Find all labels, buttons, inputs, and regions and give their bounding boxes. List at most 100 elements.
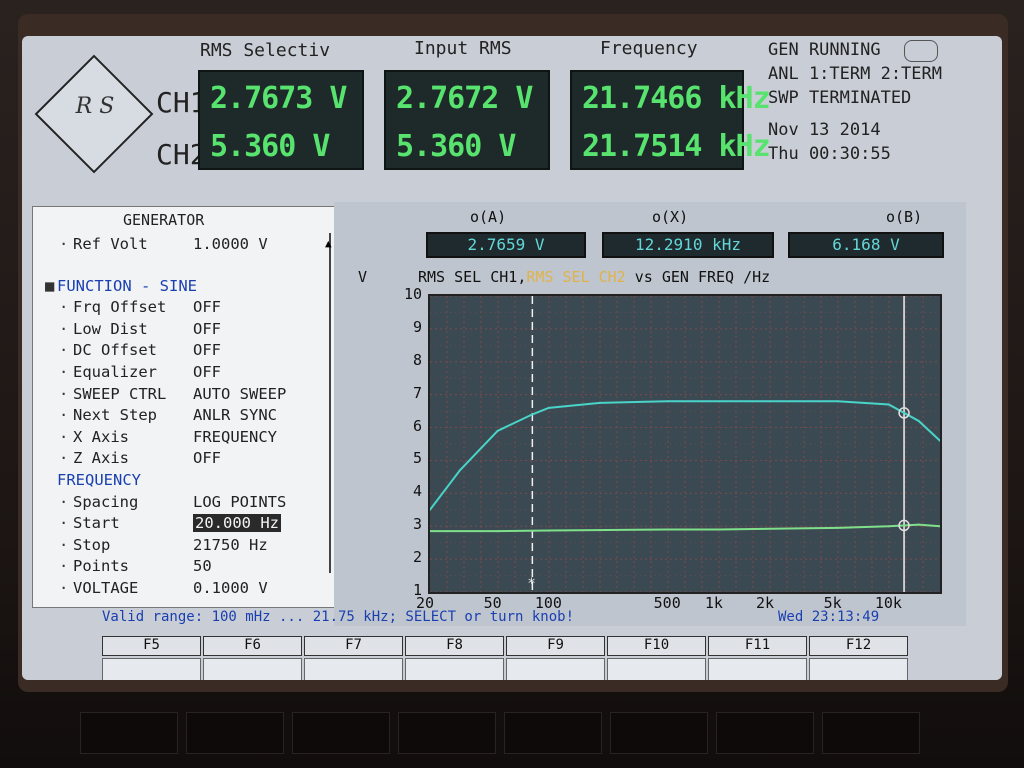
generator-row-key: FUNCTION - SINE [57, 276, 197, 295]
rms-selective-ch2: 5.360 V [210, 129, 330, 164]
valid-range-text: Valid range: 100 mHz ... 21.75 kHz; SELE… [102, 609, 575, 625]
generator-title: GENERATOR [123, 211, 205, 229]
marker-x-label: o(X) [652, 208, 689, 226]
marker-a-value: 2.7659 V [426, 232, 586, 258]
row-bullet-icon: · [59, 514, 69, 533]
series-point [666, 400, 669, 403]
fkey-button[interactable] [405, 658, 504, 680]
fkey-label: F9 [506, 636, 605, 656]
fkey-button[interactable] [809, 658, 908, 680]
fkey-button[interactable] [506, 658, 605, 680]
fkey-button[interactable] [203, 658, 302, 680]
marker-x-value: 12.2910 kHz [602, 232, 774, 258]
col-title-frequency: Frequency [600, 38, 698, 59]
series-point [887, 525, 890, 528]
sweep-plot: * [428, 279, 942, 594]
fkey-label: F11 [708, 636, 807, 656]
generator-panel: GENERATOR · Ref Volt 1.0000 V ■ FUNCTION - S… [32, 206, 354, 608]
row-bullet-icon: · [59, 492, 69, 511]
series-point [717, 528, 720, 531]
marker-b-value: 6.168 V [788, 232, 944, 258]
status-gen: GEN RUNNING [768, 40, 881, 60]
frequency-ch2: 21.7514 kHz [582, 129, 771, 164]
softkey-button[interactable] [80, 712, 178, 754]
row-bullet-icon: · [59, 449, 69, 468]
input-rms-ch1: 2.7672 V [396, 81, 534, 116]
softkey-button[interactable] [504, 712, 602, 754]
generator-row-key: Ref Volt [73, 235, 148, 253]
fkey-label: F6 [203, 636, 302, 656]
generator-row-value: LOG POINTS [193, 492, 287, 511]
y-tick-label: 2 [412, 548, 422, 567]
hardware-softkeys [60, 700, 960, 760]
generator-row-key: X Axis [73, 427, 129, 446]
graph-title: RMS SEL CH1,RMS SEL CH2 vs GEN FREQ /Hz [418, 268, 770, 286]
series-point [666, 528, 669, 531]
series-point [531, 413, 534, 416]
scroll-up-icon[interactable]: ▲ [325, 237, 332, 250]
row-bullet-icon: ■ [45, 276, 55, 295]
series-point [458, 469, 461, 472]
softkey-button[interactable] [716, 712, 814, 754]
generator-row-value: 1.0000 V [193, 235, 268, 253]
rms-selective-ch1: 2.7673 V [210, 81, 348, 116]
input-rms-display: 2.7672 V 5.360 V [384, 70, 550, 170]
series-point [717, 400, 720, 403]
screen-frame: R S RMS Selectiv Input RMS Frequency CH1… [18, 14, 1008, 692]
generator-row-value: OFF [193, 449, 221, 468]
fkey-button[interactable] [304, 658, 403, 680]
generator-row-value: 21750 Hz [193, 535, 268, 554]
y-tick-label: 4 [412, 482, 422, 501]
generator-row-key: Start [73, 514, 120, 533]
fkey-label: F5 [102, 636, 201, 656]
generator-row-key: VOLTAGE [73, 579, 139, 597]
series-point [887, 403, 890, 406]
generator-row-value: 20.000 Hz [193, 514, 281, 533]
analyzer-screen: R S RMS Selectiv Input RMS Frequency CH1… [22, 36, 1002, 680]
series-point [547, 406, 550, 409]
y-tick-label: 6 [412, 416, 422, 435]
fkey-button[interactable] [102, 658, 201, 680]
generator-row-key: Spacing [73, 492, 139, 511]
generator-row-value: 50 [193, 557, 212, 576]
generator-row-value: ANLR SYNC [193, 406, 277, 425]
fkey-label: F7 [304, 636, 403, 656]
row-bullet-icon: · [59, 298, 69, 317]
col-title-rms-selective: RMS Selectiv [200, 40, 331, 61]
marker-a-label: o(A) [470, 208, 507, 226]
status-clock: Wed 23:13:49 [778, 609, 880, 625]
softkey-button[interactable] [610, 712, 708, 754]
generator-row-key: Next Step [73, 406, 157, 425]
softkey-button[interactable] [398, 712, 496, 754]
graph-title-ch1: RMS SEL CH1, [418, 268, 527, 286]
series-point [547, 529, 550, 532]
y-axis-unit: V [358, 268, 368, 286]
generator-row-value: OFF [193, 298, 221, 317]
softkey-button[interactable] [292, 712, 390, 754]
softkey-button[interactable] [186, 712, 284, 754]
generator-row-value: OFF [193, 319, 221, 338]
row-bullet-icon: · [59, 384, 69, 403]
row-bullet-icon: · [59, 341, 69, 360]
sweep-plot-svg: * [429, 279, 941, 593]
fkey-button[interactable] [708, 658, 807, 680]
softkey-button[interactable] [822, 712, 920, 754]
fkey-button[interactable] [607, 658, 706, 680]
frequency-display: 21.7466 kHz 21.7514 kHz [570, 70, 771, 170]
series-point [496, 429, 499, 432]
row-bullet-icon: · [59, 557, 69, 576]
asterisk-marker-icon: * [527, 576, 535, 592]
fkey-label: F10 [607, 636, 706, 656]
graph-title-ch2: RMS SEL CH2 [526, 268, 626, 286]
y-tick-label: 7 [412, 383, 422, 402]
generator-row-value: AUTO SWEEP [193, 384, 287, 403]
row-bullet-icon: · [59, 363, 69, 381]
row-bullet-icon: · [59, 535, 69, 554]
y-tick-label: 9 [412, 317, 422, 336]
row-bullet-icon: · [59, 235, 69, 253]
generator-row-key: Low Dist [73, 319, 148, 338]
row-bullet-icon: · [59, 427, 69, 446]
speaker-icon [904, 40, 938, 62]
row-bullet-icon: · [59, 319, 69, 338]
frequency-ch1: 21.7466 kHz [582, 81, 771, 116]
